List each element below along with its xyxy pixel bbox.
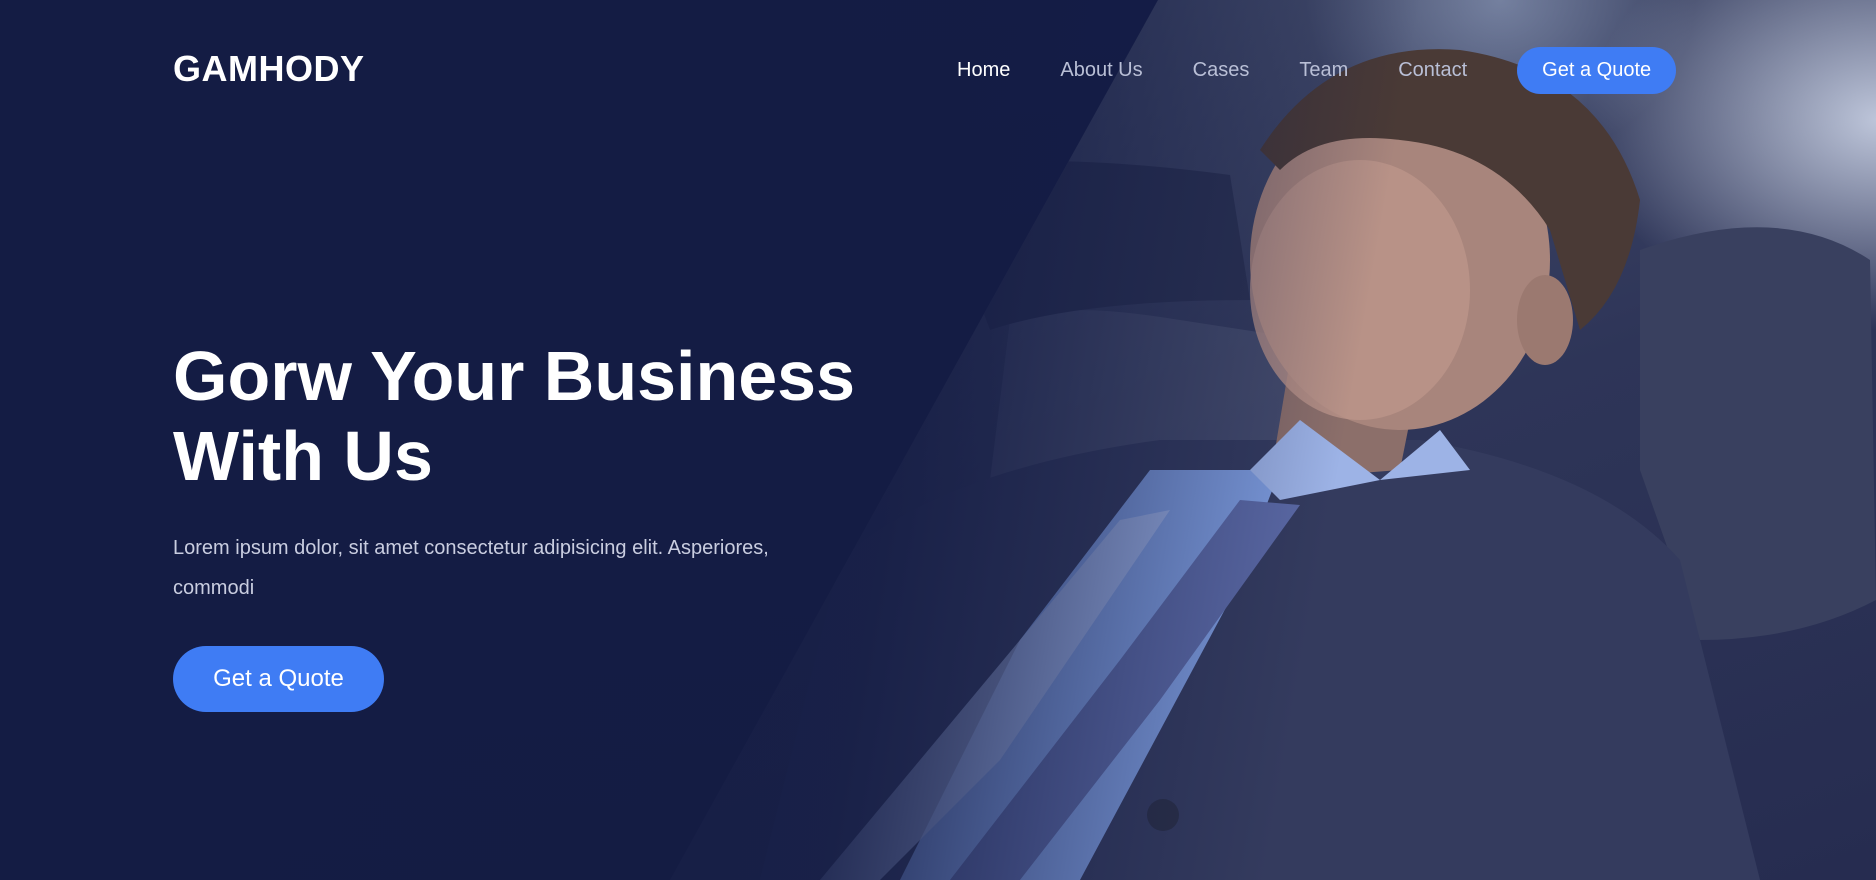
hero-lead-text: Lorem ipsum dolor, sit amet consectetur …: [173, 537, 769, 599]
nav-cases[interactable]: Cases: [1193, 46, 1250, 94]
hero-get-quote-button[interactable]: Get a Quote: [173, 646, 384, 712]
hero-headline: Gorw Your Business With Us: [173, 336, 933, 496]
main-nav: Home About Us Cases Team Contact Get a Q…: [957, 46, 1677, 94]
nav-about-us[interactable]: About Us: [1060, 46, 1142, 94]
nav-get-quote-button[interactable]: Get a Quote: [1517, 46, 1677, 94]
nav-home[interactable]: Home: [957, 46, 1010, 94]
hero-headline-line2: With Us: [173, 417, 433, 495]
nav-team[interactable]: Team: [1299, 46, 1348, 94]
hero-section: GAMHODY Home About Us Cases Team Contact…: [0, 0, 1876, 880]
hero-headline-line1: Gorw Your Business: [173, 337, 856, 415]
nav-contact[interactable]: Contact: [1398, 46, 1467, 94]
brand-logo[interactable]: GAMHODY: [173, 48, 365, 90]
